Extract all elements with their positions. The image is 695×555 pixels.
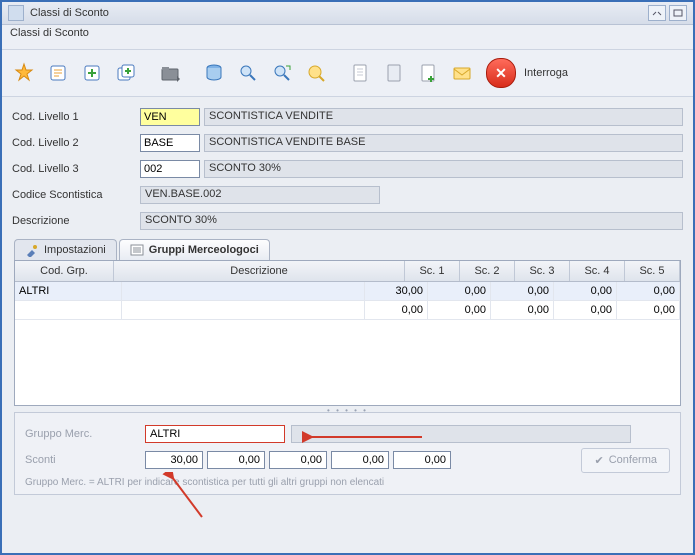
detail-sc4-input[interactable]: [331, 451, 389, 469]
tab-gruppi[interactable]: Gruppi Merceologoci: [119, 239, 270, 260]
desc-livello2: SCONTISTICA VENDITE BASE: [204, 134, 683, 152]
toolbar-find-icon[interactable]: [232, 57, 264, 89]
toolbar-doc-new-icon[interactable]: [344, 57, 376, 89]
label-descrizione: Descrizione: [12, 215, 140, 227]
app-window: Classi di Sconto Classi di Sconto ✕ Inte…: [0, 0, 695, 555]
grid-header-sc3[interactable]: Sc. 3: [515, 261, 570, 281]
sub-titlebar: Classi di Sconto: [2, 25, 693, 50]
sub-title: Classi di Sconto: [10, 27, 89, 39]
mode-stop-button[interactable]: ✕: [486, 58, 516, 88]
cell-sc1: 0,00: [365, 301, 428, 319]
cell-sc1: 30,00: [365, 282, 428, 300]
grid-row[interactable]: 0,00 0,00 0,00 0,00 0,00: [15, 301, 680, 320]
cell-sc2: 0,00: [428, 301, 491, 319]
window-title: Classi di Sconto: [30, 7, 109, 19]
grid-header-sc1[interactable]: Sc. 1: [405, 261, 460, 281]
cell-sc5: 0,00: [617, 301, 680, 319]
mode-label: Interroga: [524, 67, 568, 79]
label-livello2: Cod. Livello 2: [12, 137, 140, 149]
detail-grp-label: Gruppo Merc.: [25, 428, 145, 440]
toolbar-add-multi-icon[interactable]: [110, 57, 142, 89]
label-livello1: Cod. Livello 1: [12, 111, 140, 123]
detail-sc-label: Sconti: [25, 454, 145, 466]
grid-header-desc[interactable]: Descrizione: [114, 261, 405, 281]
detail-grp-desc: [291, 425, 631, 443]
toolbar-folder-icon[interactable]: [154, 57, 186, 89]
mode-box: ✕ Interroga: [486, 58, 687, 88]
titlebar: Classi di Sconto: [2, 2, 693, 25]
toolbar-find-next-icon[interactable]: [266, 57, 298, 89]
tab-impostazioni[interactable]: Impostazioni: [14, 239, 117, 260]
toolbar-edit-icon[interactable]: [42, 57, 74, 89]
input-livello3[interactable]: [140, 160, 200, 178]
cell-grp: [15, 301, 122, 319]
toolbar-doc-icon[interactable]: [378, 57, 410, 89]
value-codice: VEN.BASE.002: [140, 186, 380, 204]
list-icon: [130, 243, 144, 257]
grid-header-sc4[interactable]: Sc. 4: [570, 261, 625, 281]
grid-header-grp[interactable]: Cod. Grp.: [15, 261, 114, 281]
desc-livello1: SCONTISTICA VENDITE: [204, 108, 683, 126]
toolbar-db-icon[interactable]: [198, 57, 230, 89]
cell-sc2: 0,00: [428, 282, 491, 300]
grid-row[interactable]: ALTRI 30,00 0,00 0,00 0,00 0,00: [15, 282, 680, 301]
grid-header: Cod. Grp. Descrizione Sc. 1 Sc. 2 Sc. 3 …: [15, 261, 680, 282]
form-area: Cod. Livello 1 SCONTISTICA VENDITE Cod. …: [2, 97, 693, 495]
cell-sc4: 0,00: [554, 282, 617, 300]
detail-hint: Gruppo Merc. = ALTRI per indicare sconti…: [25, 477, 670, 488]
toolbar: ✕ Interroga: [2, 50, 693, 97]
grid-header-sc2[interactable]: Sc. 2: [460, 261, 515, 281]
cell-sc3: 0,00: [491, 301, 554, 319]
toolbar-doc-add-icon[interactable]: [412, 57, 444, 89]
toolbar-new-star-icon[interactable]: [8, 57, 40, 89]
detail-panel: Gruppo Merc. Sconti ✔ Conferma Gruppo Me…: [14, 412, 681, 495]
detail-sc1-input[interactable]: [145, 451, 203, 469]
desc-livello3: SCONTO 30%: [204, 160, 683, 178]
check-icon: ✔: [594, 454, 603, 467]
minimize-button[interactable]: [648, 5, 666, 21]
tab-strip: Impostazioni Gruppi Merceologoci: [14, 239, 681, 260]
toolbar-add-icon[interactable]: [76, 57, 108, 89]
confirm-button[interactable]: ✔ Conferma: [581, 448, 670, 473]
detail-sc5-input[interactable]: [393, 451, 451, 469]
cell-desc: [122, 282, 365, 300]
detail-sc3-input[interactable]: [269, 451, 327, 469]
label-livello3: Cod. Livello 3: [12, 163, 140, 175]
detail-sc2-input[interactable]: [207, 451, 265, 469]
toolbar-zoom-icon[interactable]: [300, 57, 332, 89]
tab-gruppi-label: Gruppi Merceologoci: [149, 244, 259, 256]
tab-impostazioni-label: Impostazioni: [44, 244, 106, 256]
label-codice: Codice Scontistica: [12, 189, 140, 201]
app-icon: [8, 5, 24, 21]
value-descrizione: SCONTO 30%: [140, 212, 683, 230]
cell-sc5: 0,00: [617, 282, 680, 300]
cell-desc: [122, 301, 365, 319]
confirm-label: Conferma: [609, 454, 657, 466]
maximize-button[interactable]: [669, 5, 687, 21]
grid-header-sc5[interactable]: Sc. 5: [625, 261, 680, 281]
detail-grp-input[interactable]: [145, 425, 285, 443]
grid-body[interactable]: ALTRI 30,00 0,00 0,00 0,00 0,00 0,00 0,0…: [15, 282, 680, 405]
input-livello1[interactable]: [140, 108, 200, 126]
tools-icon: [25, 243, 39, 257]
cell-grp: ALTRI: [15, 282, 122, 300]
cell-sc3: 0,00: [491, 282, 554, 300]
cell-sc4: 0,00: [554, 301, 617, 319]
input-livello2[interactable]: [140, 134, 200, 152]
grid: Cod. Grp. Descrizione Sc. 1 Sc. 2 Sc. 3 …: [14, 260, 681, 406]
toolbar-mail-icon[interactable]: [446, 57, 478, 89]
